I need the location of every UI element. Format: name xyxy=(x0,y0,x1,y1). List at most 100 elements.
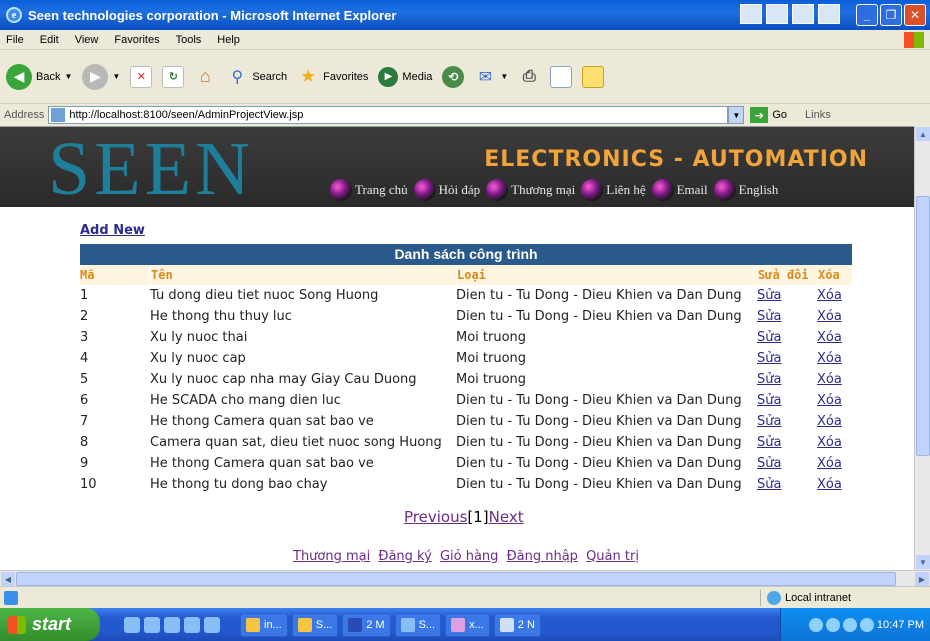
task-button[interactable]: 2 N xyxy=(493,612,541,637)
tray-icon[interactable] xyxy=(842,617,857,632)
footer-link-commerce[interactable]: Thương mại xyxy=(293,549,370,564)
mail-button[interactable]: ✉ ▼ xyxy=(474,66,509,88)
nav-faq[interactable]: Hỏi đáp xyxy=(413,179,480,201)
cell-id-cell: 6 xyxy=(80,390,150,411)
forward-button[interactable]: ▶ ▼ xyxy=(82,63,120,90)
address-dropdown-button[interactable]: ▼ xyxy=(728,106,745,124)
edit-link[interactable]: Sửa xyxy=(757,414,781,429)
footer-link-register[interactable]: Đăng ký xyxy=(378,549,431,564)
app-icon[interactable] xyxy=(740,4,762,24)
edit-link[interactable]: Sửa xyxy=(757,456,781,471)
edit-link[interactable]: Sửa xyxy=(757,393,781,408)
tray-icon[interactable] xyxy=(808,617,823,632)
links-toolbar[interactable]: Links xyxy=(805,109,831,121)
delete-link[interactable]: Xóa xyxy=(817,456,842,471)
nav-english[interactable]: English xyxy=(713,179,778,201)
previous-link[interactable]: Previous xyxy=(404,508,467,526)
delete-link[interactable]: Xóa xyxy=(817,351,842,366)
app-icon[interactable] xyxy=(184,616,200,633)
app-icon[interactable] xyxy=(818,4,840,24)
task-button[interactable]: S... xyxy=(291,612,339,637)
task-button[interactable]: in... xyxy=(240,612,288,637)
word-icon[interactable] xyxy=(766,4,788,24)
address-input[interactable] xyxy=(69,109,710,121)
edit-link[interactable]: Sửa xyxy=(757,288,781,303)
chevron-down-icon[interactable]: ▼ xyxy=(112,72,120,81)
clock[interactable]: 10:47 PM xyxy=(877,619,924,631)
task-button[interactable]: 2 M xyxy=(342,612,391,637)
delete-link[interactable]: Xóa xyxy=(817,435,842,450)
nav-email[interactable]: Email xyxy=(651,179,708,201)
menu-edit[interactable]: Edit xyxy=(40,34,59,46)
nav-home[interactable]: Trang chủ xyxy=(330,179,408,201)
menu-file[interactable]: File xyxy=(6,34,24,46)
edit-link[interactable]: Sửa xyxy=(757,477,781,492)
menu-favorites[interactable]: Favorites xyxy=(114,34,159,46)
scroll-up-icon[interactable]: ▲ xyxy=(916,127,930,141)
delete-link[interactable]: Xóa xyxy=(817,477,842,492)
start-button[interactable]: start xyxy=(0,608,100,641)
delete-link[interactable]: Xóa xyxy=(817,330,842,345)
minimize-button[interactable]: _ xyxy=(856,4,878,26)
nav-commerce[interactable]: Thương mại xyxy=(486,179,575,201)
discuss-button[interactable] xyxy=(582,65,605,88)
edit-link[interactable]: Sửa xyxy=(757,330,781,345)
folder-icon[interactable] xyxy=(164,616,180,633)
search-button[interactable]: ⚲ Search xyxy=(226,66,287,88)
chevron-down-icon[interactable]: ▼ xyxy=(64,72,72,81)
scroll-down-icon[interactable]: ▼ xyxy=(916,555,930,569)
edit-link[interactable]: Sửa xyxy=(757,372,781,387)
address-field[interactable] xyxy=(48,106,729,124)
footer-link-admin[interactable]: Quản trị xyxy=(586,549,639,564)
window-titlebar[interactable]: e Seen technologies corporation - Micros… xyxy=(0,0,930,30)
edit-link[interactable]: Sửa xyxy=(757,351,781,366)
restore-button[interactable]: ❐ xyxy=(880,4,902,26)
menu-help[interactable]: Help xyxy=(217,34,240,46)
delete-link-cell: Xóa xyxy=(817,474,852,495)
ie-icon[interactable] xyxy=(124,616,140,633)
scroll-thumb[interactable] xyxy=(916,196,930,456)
history-icon: ⟲ xyxy=(442,65,465,88)
edit-button[interactable] xyxy=(550,65,573,88)
task-button[interactable]: x... xyxy=(445,612,490,637)
app-icon[interactable] xyxy=(204,616,220,633)
delete-link[interactable]: Xóa xyxy=(817,288,842,303)
scroll-right-icon[interactable]: ▶ xyxy=(915,572,929,586)
tray-icon[interactable] xyxy=(859,617,874,632)
home-button[interactable]: ⌂ xyxy=(194,66,216,88)
stop-button[interactable]: ✕ xyxy=(130,65,153,88)
nav-contact[interactable]: Liên hệ xyxy=(581,179,646,201)
next-link[interactable]: Next xyxy=(489,508,524,526)
tray-icon[interactable] xyxy=(825,617,840,632)
close-button[interactable]: ✕ xyxy=(904,4,926,26)
media-button[interactable]: ▶ Media xyxy=(378,66,432,87)
footer-link-login[interactable]: Đăng nhập xyxy=(507,549,578,564)
scroll-thumb[interactable] xyxy=(16,572,896,586)
cell-type-cell: Dien tu - Tu Dong - Dieu Khien va Dan Du… xyxy=(456,285,757,306)
table-row: 9 He thong Camera quan sat bao ve Dien tu … xyxy=(80,453,852,474)
edit-link[interactable]: Sửa xyxy=(757,435,781,450)
chevron-down-icon[interactable]: ▼ xyxy=(500,72,508,81)
edit-link[interactable]: Sửa xyxy=(757,309,781,324)
delete-link[interactable]: Xóa xyxy=(817,393,842,408)
menu-view[interactable]: View xyxy=(75,34,99,46)
history-button[interactable]: ⟲ xyxy=(442,65,465,88)
back-button[interactable]: ◀ Back ▼ xyxy=(6,63,72,90)
delete-link[interactable]: Xóa xyxy=(817,309,842,324)
footer-link-cart[interactable]: Giỏ hàng xyxy=(440,549,498,564)
ie-icon[interactable] xyxy=(144,616,160,633)
delete-link[interactable]: Xóa xyxy=(817,372,842,387)
task-button[interactable]: S... xyxy=(394,612,442,637)
excel-icon[interactable] xyxy=(792,4,814,24)
horizontal-scrollbar[interactable]: ◀ ▶ xyxy=(0,570,930,586)
refresh-button[interactable]: ↻ xyxy=(162,65,185,88)
print-button[interactable]: ⎙ xyxy=(518,66,540,88)
vertical-scrollbar[interactable]: ▲ ▼ xyxy=(914,126,930,570)
search-icon: ⚲ xyxy=(231,68,244,86)
favorites-button[interactable]: ★ Favorites xyxy=(297,66,368,88)
delete-link[interactable]: Xóa xyxy=(817,414,842,429)
add-new-link[interactable]: Add New xyxy=(80,223,145,238)
scroll-left-icon[interactable]: ◀ xyxy=(1,572,15,586)
menu-tools[interactable]: Tools xyxy=(176,34,202,46)
go-button[interactable]: ➔ Go xyxy=(750,107,787,123)
